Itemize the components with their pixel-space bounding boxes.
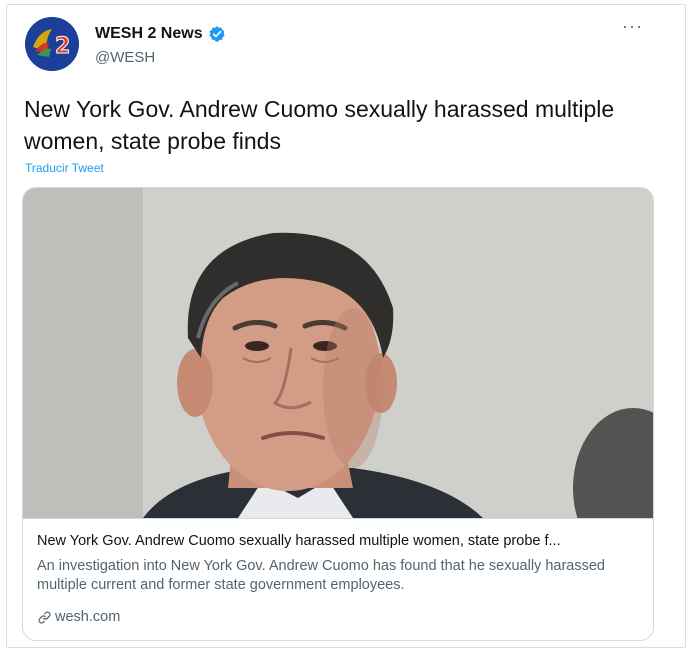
tweet-container: 2 WESH 2 News @WESH ··· New York Gov. An… [6,4,686,648]
card-image[interactable] [23,188,653,518]
card-title[interactable]: New York Gov. Andrew Cuomo sexually hara… [37,533,637,549]
svg-text:2: 2 [55,34,70,59]
translate-tweet-link[interactable]: Traducir Tweet [25,161,104,175]
card-meta[interactable]: New York Gov. Andrew Cuomo sexually hara… [23,518,653,640]
avatar[interactable]: 2 [25,17,79,71]
author-handle[interactable]: @WESH [95,49,155,66]
card-description: An investigation into New York Gov. Andr… [37,558,605,593]
link-icon [38,611,51,623]
link-card[interactable]: New York Gov. Andrew Cuomo sexually hara… [22,187,654,641]
wesh-logo-icon: 2 [25,17,79,71]
portrait-image [23,188,653,518]
display-name[interactable]: WESH 2 News [95,25,203,43]
verified-badge-icon [208,26,225,42]
card-domain-row[interactable]: wesh.com [37,609,120,625]
card-domain[interactable]: wesh.com [55,609,120,625]
more-icon[interactable]: ··· [622,17,643,35]
author-name-row[interactable]: WESH 2 News [95,25,226,43]
tweet-text: New York Gov. Andrew Cuomo sexually hara… [24,96,615,154]
